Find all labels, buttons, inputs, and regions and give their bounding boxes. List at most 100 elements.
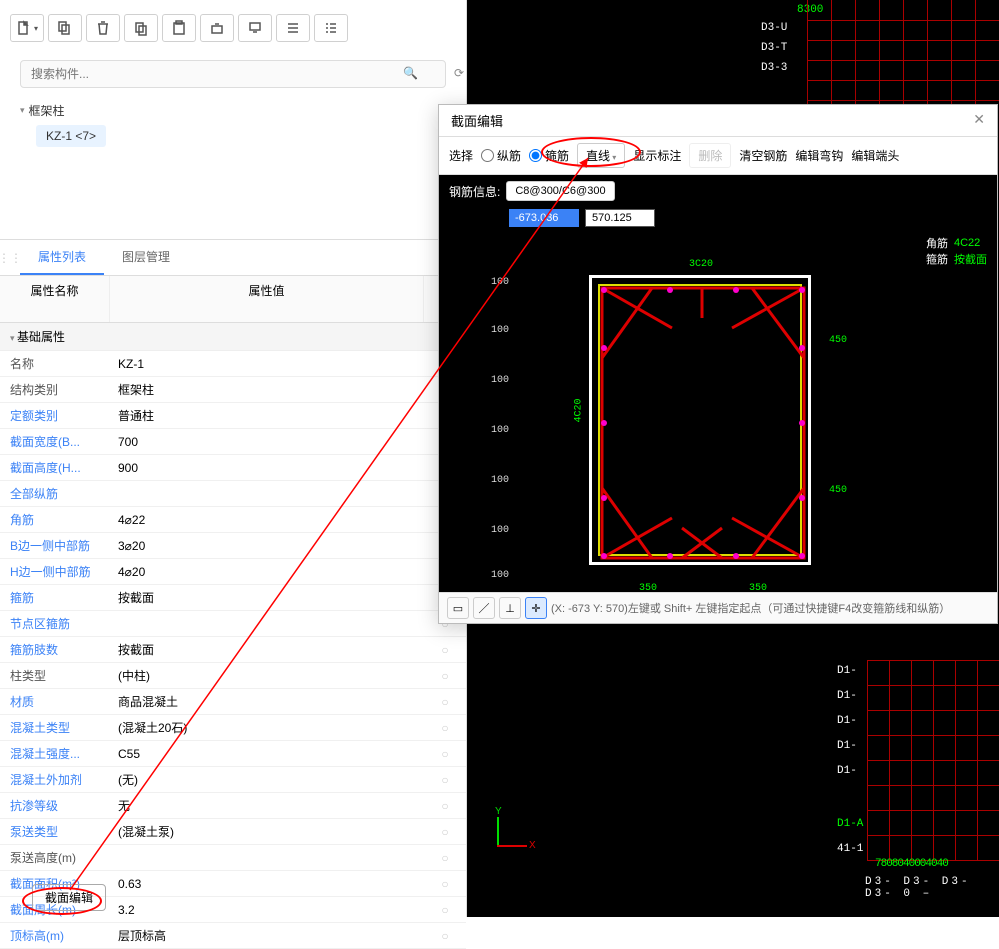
- grid-bottom: [867, 660, 999, 860]
- radio-stirrup[interactable]: 箍筋: [529, 147, 569, 164]
- prop-material[interactable]: [116, 693, 418, 711]
- copy-doc-button[interactable]: [48, 14, 82, 42]
- prop-label: 混凝土强度...: [0, 741, 110, 766]
- prop-stirrup-legs[interactable]: [116, 641, 418, 659]
- prop-all-long[interactable]: [116, 485, 418, 503]
- left-panel: 🔍 ⟳ 框架柱 KZ-1 <7> ⋮⋮ 属性列表 图层管理 属性名称 属性值 附…: [0, 0, 467, 917]
- prop-label: H边一侧中部筋: [0, 559, 110, 584]
- prop-conc-type[interactable]: [116, 719, 418, 737]
- prop-corner[interactable]: [116, 511, 418, 529]
- tool-perp-icon[interactable]: ⊥: [499, 597, 521, 619]
- canvas-label: D1-: [837, 690, 857, 702]
- search-box: 🔍 ⟳: [20, 60, 446, 88]
- prop-stirrup[interactable]: [116, 589, 418, 607]
- toolbar-delete[interactable]: 删除: [689, 143, 731, 168]
- dim-left: 4C20: [574, 398, 585, 422]
- prop-label: 截面宽度(B...: [0, 429, 110, 454]
- canvas-label: D3- D3- D3- D3- 0 –: [865, 876, 999, 900]
- canvas-label: D3-3: [761, 62, 787, 74]
- prop-conc-grade[interactable]: [116, 745, 418, 763]
- prop-label: 定额类别: [0, 403, 110, 428]
- header-value: 属性值: [110, 276, 424, 322]
- prop-sec-h[interactable]: [116, 459, 418, 477]
- coord-y-input[interactable]: [585, 209, 655, 227]
- tree-root-label: 框架柱: [29, 102, 65, 119]
- property-rows: 名称 结构类别○ 定额类别○ 截面宽度(B...○ 截面高度(H...○ 全部纵…: [0, 351, 466, 949]
- property-header: 属性名称 属性值 附加: [0, 276, 466, 323]
- prop-pump-height[interactable]: [116, 849, 418, 867]
- prop-top-elev[interactable]: [116, 927, 418, 945]
- section-edit-popup: 截面编辑 ✕ 选择 纵筋 箍筋 直线 显示标注 删除 清空钢筋 编辑弯钩 编辑端…: [438, 104, 998, 624]
- coord-inputs: [439, 207, 997, 229]
- tool-snap-icon[interactable]: ✛: [525, 597, 547, 619]
- close-icon[interactable]: ✕: [973, 111, 985, 130]
- prop-node-stirrup[interactable]: [116, 615, 418, 633]
- tool-line-icon[interactable]: ／: [473, 597, 495, 619]
- header-name: 属性名称: [0, 276, 110, 322]
- copy-button[interactable]: [124, 14, 158, 42]
- grid-top: [807, 0, 999, 104]
- layer-up-button[interactable]: [200, 14, 234, 42]
- tab-properties[interactable]: 属性列表: [20, 240, 104, 275]
- tab-layers[interactable]: 图层管理: [104, 240, 188, 275]
- canvas-label: 7808040004040: [875, 858, 948, 870]
- prop-sec-w[interactable]: [116, 433, 418, 451]
- delete-button[interactable]: [86, 14, 120, 42]
- dim-w2: 350: [749, 583, 767, 592]
- prop-name-input[interactable]: [116, 355, 418, 373]
- canvas-label: D1-: [837, 665, 857, 677]
- tree-node-kz1[interactable]: KZ-1 <7>: [36, 125, 106, 147]
- tool-select-icon[interactable]: ▭: [447, 597, 469, 619]
- toolbar-select[interactable]: 选择: [449, 147, 473, 164]
- property-group-basic[interactable]: 基础属性: [0, 323, 466, 351]
- coord-x-input[interactable]: [509, 209, 579, 227]
- popup-titlebar[interactable]: 截面编辑 ✕: [439, 105, 997, 137]
- popup-footer: ▭ ／ ⊥ ✛ (X: -673 Y: 570)左键或 Shift+ 左键指定起…: [439, 592, 997, 623]
- prop-quota-type[interactable]: [116, 407, 418, 425]
- search-input[interactable]: [20, 60, 446, 88]
- prop-sec-area[interactable]: [116, 875, 418, 893]
- prop-imperm[interactable]: [116, 797, 418, 815]
- new-doc-button[interactable]: [10, 14, 44, 42]
- search-icon[interactable]: 🔍: [403, 66, 418, 80]
- line-type-dropdown[interactable]: 直线: [577, 143, 625, 168]
- dim-h1: 450: [829, 335, 847, 346]
- component-tree: 框架柱 KZ-1 <7>: [0, 98, 466, 149]
- prop-struct-type[interactable]: [116, 381, 418, 399]
- prop-label: 材质: [0, 689, 110, 714]
- popup-toolbar: 选择 纵筋 箍筋 直线 显示标注 删除 清空钢筋 编辑弯钩 编辑端头: [439, 137, 997, 175]
- prop-label: 混凝土外加剂: [0, 767, 110, 792]
- popup-canvas[interactable]: 钢筋信息: C8@300/C6@300 角筋4C22 箍筋按截面: [439, 175, 997, 592]
- radio-longbar[interactable]: 纵筋: [481, 147, 521, 164]
- prop-hside[interactable]: [116, 563, 418, 581]
- prop-label: B边一侧中部筋: [0, 533, 110, 558]
- prop-label: 柱类型: [0, 663, 110, 688]
- canvas-label: D1-: [837, 740, 857, 752]
- section-edit-tab[interactable]: 截面编辑: [32, 884, 106, 911]
- dim-h2: 450: [829, 485, 847, 496]
- info-label: 钢筋信息:: [449, 183, 500, 200]
- popup-legend: 角筋4C22 箍筋按截面: [926, 235, 987, 267]
- prop-label: 箍筋: [0, 585, 110, 610]
- rebar-info-dropdown[interactable]: C8@300/C6@300: [506, 181, 614, 201]
- detail-list-button[interactable]: [314, 14, 348, 42]
- prop-pump-type[interactable]: [116, 823, 418, 841]
- toolbar-clear[interactable]: 清空钢筋: [739, 147, 787, 164]
- prop-label: 箍筋肢数: [0, 637, 110, 662]
- toolbar-edit-end[interactable]: 编辑端头: [851, 147, 899, 164]
- refresh-icon[interactable]: ⟳: [454, 66, 464, 80]
- prop-col-type[interactable]: [116, 667, 418, 685]
- drag-handle-icon[interactable]: ⋮⋮: [0, 240, 20, 275]
- prop-bside[interactable]: [116, 537, 418, 555]
- prop-label: 截面高度(H...: [0, 455, 110, 480]
- prop-label: 泵送高度(m): [0, 845, 110, 870]
- toolbar-edit-hook[interactable]: 编辑弯钩: [795, 147, 843, 164]
- layer-down-button[interactable]: [238, 14, 272, 42]
- prop-sec-perim[interactable]: [116, 901, 418, 919]
- paste-button[interactable]: [162, 14, 196, 42]
- section-outline: [589, 275, 811, 565]
- toolbar-show-dim[interactable]: 显示标注: [633, 147, 681, 164]
- tree-root-frame-column[interactable]: 框架柱: [20, 100, 446, 121]
- list-button[interactable]: [276, 14, 310, 42]
- prop-conc-additive[interactable]: [116, 771, 418, 789]
